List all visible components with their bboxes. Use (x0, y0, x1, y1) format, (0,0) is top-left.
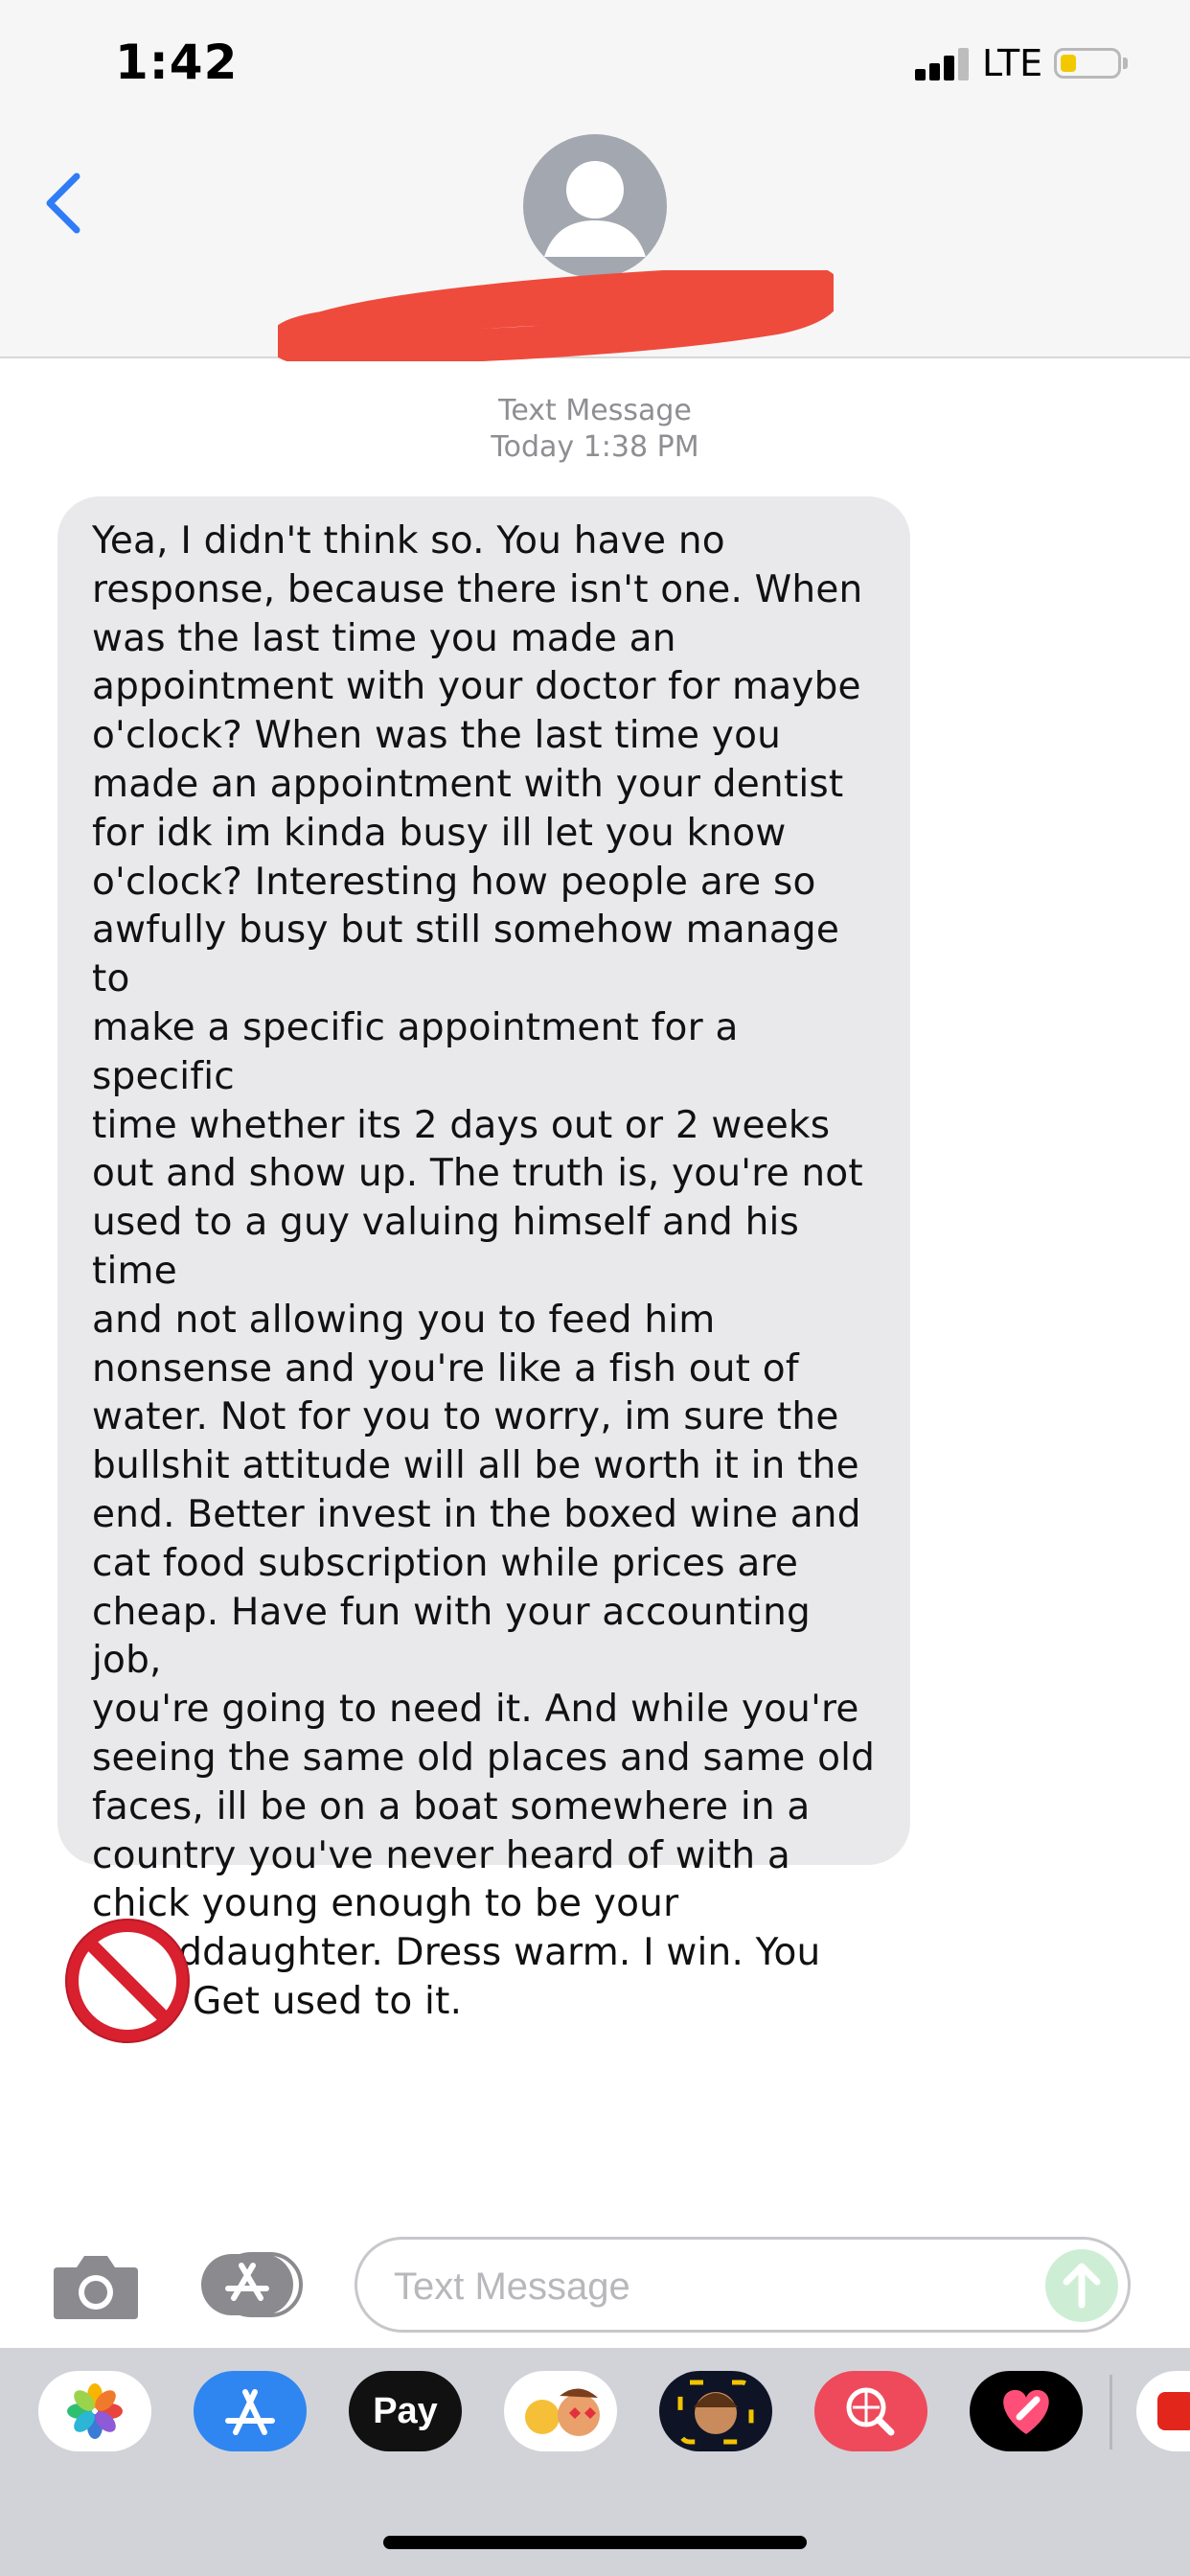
camera-button[interactable] (52, 2250, 140, 2321)
memoji-face-icon (677, 2380, 754, 2445)
message-line: made an appointment with your dentist (92, 762, 844, 806)
cellular-signal-icon (915, 48, 969, 80)
message-line: awfully busy but still somehow manage to (92, 908, 840, 1001)
message-line: out and show up. The truth is, you're no… (92, 1152, 863, 1196)
message-line: o'clock? When was the last time you (92, 714, 782, 758)
battery-level (1061, 55, 1076, 72)
status-time: 1:42 (115, 34, 239, 90)
message-line: response, because there isn't one. When (92, 567, 863, 611)
photos-app-icon[interactable] (38, 2371, 151, 2451)
app-store-icon (201, 2252, 303, 2317)
contact-avatar[interactable] (523, 134, 667, 278)
incoming-message-bubble[interactable]: Yea, I didn't think so. You have no resp… (57, 496, 910, 2023)
message-line: you're going to need it. And while you'r… (92, 1688, 859, 1732)
message-line: country you've never heard of with a (92, 1833, 790, 1877)
battery-tip (1123, 58, 1128, 69)
message-line: used to a guy valuing himself and his ti… (92, 1201, 800, 1293)
message-input[interactable] (392, 2257, 1047, 2316)
chevron-left-icon (46, 172, 80, 234)
app-store-app-icon[interactable] (194, 2371, 307, 2451)
message-line: seeing the same old places and same old (92, 1736, 876, 1780)
memoji-app-icon[interactable] (659, 2371, 772, 2451)
message-input-field[interactable] (355, 2237, 1131, 2333)
home-indicator[interactable] (383, 2536, 807, 2549)
battery-icon (1054, 48, 1121, 79)
conversation-header: 1:42 LTE (0, 0, 1190, 361)
network-type-label: LTE (982, 42, 1043, 84)
redacted-contact-name[interactable] (278, 270, 834, 361)
message-line: lose. Get used to it. (92, 1979, 463, 2023)
message-line: Yea, I didn't think so. You have no (92, 519, 725, 563)
message-line: cheap. Have fun with your accounting job… (92, 1590, 811, 1683)
arrow-up-icon (1063, 2263, 1101, 2309)
message-line: bullshit attitude will all be worth it i… (92, 1444, 859, 1488)
message-line: water. Not for you to worry, im sure the (92, 1395, 839, 1439)
prohibited-icon[interactable] (63, 1917, 192, 2045)
message-line: appointment with your doctor for maybe (92, 665, 861, 709)
digital-touch-app-icon[interactable] (970, 2371, 1083, 2451)
message-line: granddaughter. Dress warm. I win. You (92, 1931, 821, 1975)
heart-touch-icon (1003, 2389, 1049, 2434)
message-line: time whether its 2 days out or 2 weeks (92, 1103, 831, 1147)
message-line: cat food subscription while prices are (92, 1541, 799, 1585)
send-button[interactable] (1045, 2249, 1118, 2322)
app-store-a-icon (225, 2389, 275, 2435)
message-line: nonsense and you're like a fish out of (92, 1346, 799, 1391)
message-line: was the last time you made an (92, 616, 676, 660)
person-silhouette-icon (544, 161, 646, 257)
magnifier-globe-icon (846, 2387, 895, 2436)
message-line: chick young enough to be your (92, 1882, 679, 1926)
image-search-app-icon[interactable] (814, 2371, 927, 2451)
camera-icon (54, 2256, 138, 2319)
message-line: o'clock? Interesting how people are so (92, 860, 816, 904)
message-line: and not allowing you to feed him (92, 1298, 716, 1342)
app-store-button[interactable] (199, 2252, 305, 2317)
apple-pay-label: Pay (373, 2391, 438, 2431)
message-line: for idk im kinda busy ill let you know (92, 811, 787, 855)
drawer-separator (1110, 2375, 1112, 2450)
message-service-label: Text Message (498, 394, 692, 427)
message-line: make a specific appointment for a specif… (92, 1005, 739, 1098)
animoji-faces-icon (525, 2388, 600, 2436)
message-timestamp: Today 1:38 PM (491, 430, 699, 464)
message-line: end. Better invest in the boxed wine and (92, 1492, 861, 1536)
back-button[interactable] (42, 172, 84, 234)
animoji-app-icon[interactable] (504, 2371, 617, 2451)
photos-flower-icon (67, 2383, 123, 2439)
apple-pay-app-icon[interactable]: Pay (349, 2371, 462, 2451)
message-line: faces, ill be on a boat somewhere in a (92, 1784, 811, 1828)
